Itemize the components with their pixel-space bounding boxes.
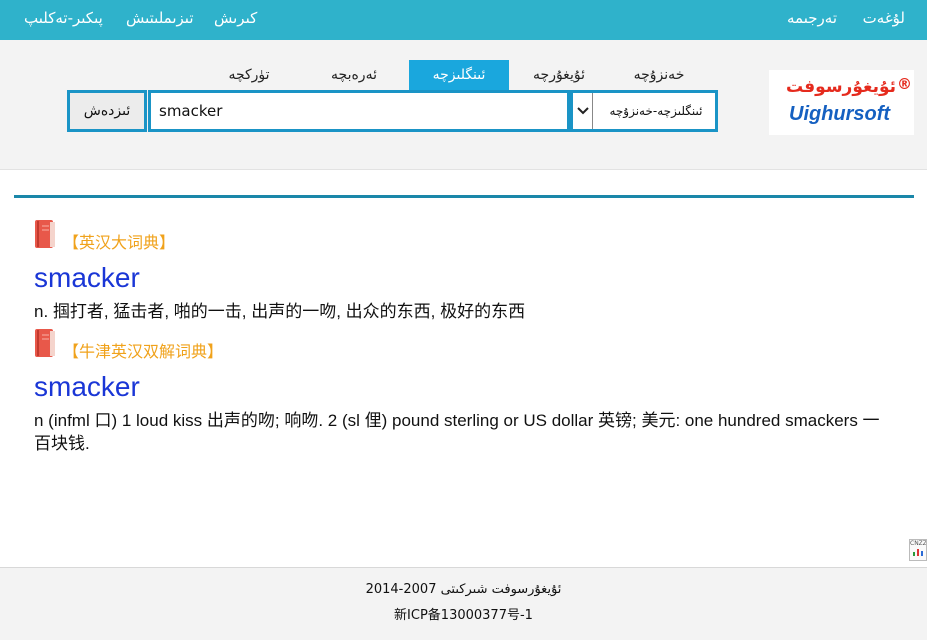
direction-select-value: ئىنگلىزچە-خەنزۇچە: [609, 104, 703, 118]
statistics-badge[interactable]: CNZZ: [909, 539, 927, 561]
tab-arabic[interactable]: ئەرەبچە: [304, 60, 404, 90]
headword: smacker: [34, 371, 140, 402]
search-input[interactable]: [148, 90, 570, 132]
statistics-badge-label: CNZZ: [910, 540, 927, 547]
nav-link-login[interactable]: كىرىش: [214, 9, 257, 27]
book-icon: [35, 220, 55, 248]
book-icon: [35, 329, 55, 357]
logo-uyghur-text: ئۇيغۇرسوفت: [786, 77, 896, 97]
definition: n (infml 口) 1 loud kiss 出声的吻; 响吻. 2 (sl …: [34, 411, 880, 453]
nav-link-register[interactable]: تىزىملىتىش: [126, 9, 194, 27]
footer: ئۇيغۇرسوفت شىركىتى 2007-2014 新ICP备130003…: [0, 567, 927, 640]
dictionary-title: 【英汉大词典】: [63, 233, 176, 252]
dictionary-title: 【牛津英汉双解词典】: [63, 342, 224, 361]
nav-link-dictionary[interactable]: لۇغەت: [863, 9, 905, 27]
uighursoft-logo[interactable]: ئۇيغۇرسوفت ® Uighursoft: [769, 70, 914, 135]
tab-turkish[interactable]: تۈركچە: [199, 60, 299, 90]
search-panel: خەنزۇچە ئۇيغۇرچە ئىنگلىزچە ئەرەبچە تۈركچ…: [0, 40, 927, 170]
tab-chinese[interactable]: خەنزۇچە: [609, 60, 709, 90]
logo-registered-mark: ®: [897, 75, 912, 93]
definition: n. 掴打者, 猛击者, 啪的一击, 出声的一吻, 出众的东西, 极好的东西: [34, 302, 526, 321]
top-navigation-bar: لۇغەت تەرجىمە كىرىش تىزىملىتىش پىكىر-تەك…: [0, 0, 927, 40]
tab-uyghur[interactable]: ئۇيغۇرچە: [509, 60, 609, 90]
content-divider: [14, 195, 914, 198]
footer-copyright: ئۇيغۇرسوفت شىركىتى 2007-2014: [365, 582, 562, 597]
nav-link-translation[interactable]: تەرجىمە: [787, 9, 837, 27]
chevron-down-icon[interactable]: [573, 93, 593, 129]
logo-english-text: Uighursoft: [789, 103, 891, 125]
bar-chart-icon: [913, 549, 923, 556]
headword: smacker: [34, 262, 140, 293]
direction-select[interactable]: ئىنگلىزچە-خەنزۇچە: [570, 90, 718, 132]
search-button[interactable]: ئىزدەش: [67, 90, 147, 132]
footer-icp-link[interactable]: 新ICP备13000377号-1: [0, 604, 927, 623]
tab-english[interactable]: ئىنگلىزچە: [409, 60, 509, 90]
nav-link-feedback[interactable]: پىكىر-تەكلىپ: [24, 9, 103, 27]
